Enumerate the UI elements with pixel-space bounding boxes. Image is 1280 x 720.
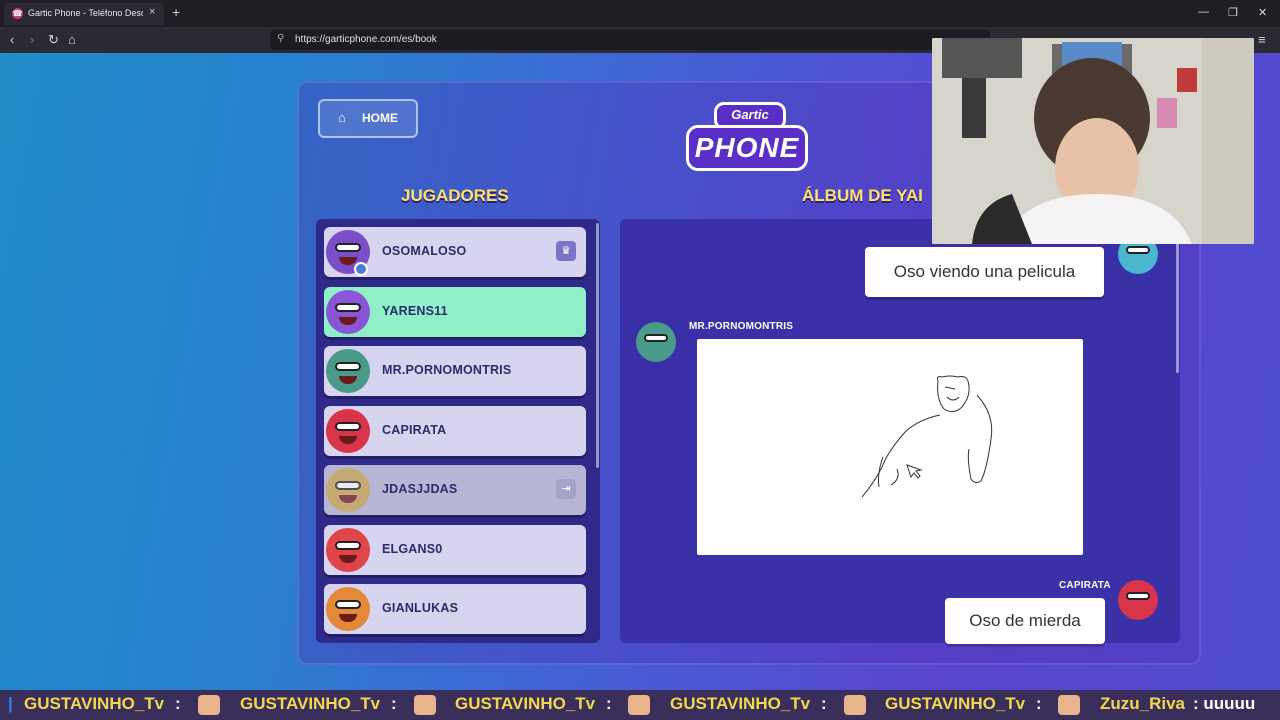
author-avatar (1118, 580, 1158, 620)
ticker-username: Zuzu_Riva (1100, 694, 1186, 713)
owner-dot-icon (354, 262, 368, 276)
minimize-icon[interactable]: — (1198, 6, 1209, 18)
url-text: https://garticphone.com/es/book (295, 34, 437, 45)
author-avatar (636, 322, 676, 362)
player-name: ELGANS0 (382, 542, 443, 556)
emote-icon (844, 695, 866, 715)
reload-icon[interactable]: ↻ (48, 32, 59, 48)
player-row[interactable]: JDASJJDAS ⇥ (324, 465, 586, 515)
player-avatar (326, 290, 370, 334)
back-icon[interactable]: ‹ (10, 32, 14, 47)
ticker-username: GUSTAVINHO_Tv (455, 694, 596, 713)
players-panel: OSOMALOSO ♛ YARENS11 MR.PORNOMONTRIS CAP… (316, 219, 600, 643)
player-name: GIANLUKAS (382, 601, 459, 615)
player-avatar (326, 528, 370, 572)
album-title: ÁLBUM DE YAI (802, 186, 923, 205)
player-row[interactable]: OSOMALOSO ♛ (324, 227, 586, 277)
tab-title: Gartic Phone - Teléfono Descom (28, 8, 143, 18)
gartic-phone-logo: Gartic PHONE (686, 99, 808, 173)
ticker-message: : (821, 694, 827, 713)
player-name: YARENS11 (382, 304, 448, 318)
ticker-username: GUSTAVINHO_Tv (240, 694, 381, 713)
player-row[interactable]: ELGANS0 (324, 525, 586, 575)
ticker-message: : (606, 694, 612, 713)
emote-icon (198, 695, 220, 715)
player-avatar (326, 468, 370, 512)
gartic-favicon-icon: ☎ (12, 8, 23, 19)
close-tab-icon[interactable]: × (149, 6, 155, 18)
forward-icon[interactable]: › (30, 32, 34, 47)
player-name: OSOMALOSO (382, 244, 467, 258)
album-entry-text: Oso de mierda (945, 598, 1105, 644)
emote-icon (628, 695, 650, 715)
new-tab-button[interactable]: + (172, 4, 180, 20)
crown-icon: ♛ (556, 241, 576, 261)
close-window-icon[interactable]: ✕ (1258, 6, 1267, 19)
player-name: CAPIRATA (382, 423, 447, 437)
logo-bottom-text: PHONE (686, 125, 808, 171)
players-scrollbar[interactable] (596, 223, 599, 468)
away-icon: ⇥ (556, 479, 576, 499)
maximize-icon[interactable]: ❐ (1228, 6, 1238, 19)
player-name: MR.PORNOMONTRIS (382, 363, 512, 377)
player-row[interactable]: CAPIRATA (324, 406, 586, 456)
player-row[interactable]: GIANLUKAS (324, 584, 586, 634)
browser-tab-bar: ☎ Gartic Phone - Teléfono Descom × + — ❐… (0, 0, 1280, 27)
player-row[interactable]: MR.PORNOMONTRIS (324, 346, 586, 396)
player-avatar (326, 587, 370, 631)
players-title: JUGADORES (401, 186, 509, 205)
player-avatar (326, 409, 370, 453)
webcam-overlay (932, 38, 1254, 244)
bear-drawing (861, 375, 993, 498)
album-entry-author: CAPIRATA (1059, 580, 1111, 591)
home-icon: ⌂ (338, 110, 346, 125)
ticker-message: : (1036, 694, 1042, 713)
home-button[interactable]: ⌂ HOME (318, 99, 418, 138)
album-entry-author: MR.PORNOMONTRIS (689, 321, 794, 332)
ticker-username: GUSTAVINHO_Tv (670, 694, 811, 713)
site-info-icon[interactable]: ⚲ (277, 33, 284, 44)
player-row[interactable]: YARENS11 (324, 287, 586, 337)
streamer-camera-image (932, 38, 1254, 244)
player-name: JDASJJDAS (382, 482, 458, 496)
player-avatar (326, 230, 370, 276)
ticker-username: GUSTAVINHO_Tv (24, 694, 165, 713)
home-label: HOME (362, 111, 398, 125)
player-avatar (326, 349, 370, 393)
album-scrollbar[interactable] (1176, 223, 1179, 373)
album-drawing (697, 339, 1083, 555)
menu-icon[interactable]: ≡ (1258, 32, 1266, 47)
ticker-username: GUSTAVINHO_Tv (885, 694, 1026, 713)
home-icon[interactable]: ⌂ (68, 32, 76, 47)
address-bar[interactable]: ⚲ https://garticphone.com/es/book (270, 30, 990, 50)
chat-ticker: | GUSTAVINHO_Tv : GUSTAVINHO_Tv : GUSTAV… (0, 690, 1280, 720)
album-entry-text: Oso viendo una pelicula (865, 247, 1104, 297)
emote-icon (414, 695, 436, 715)
ticker-message: : uuuuu (1193, 694, 1256, 713)
browser-tab[interactable]: ☎ Gartic Phone - Teléfono Descom × (4, 3, 164, 25)
ticker-message: : (391, 694, 397, 713)
ticker-message: : (175, 694, 181, 713)
emote-icon (1058, 695, 1080, 715)
